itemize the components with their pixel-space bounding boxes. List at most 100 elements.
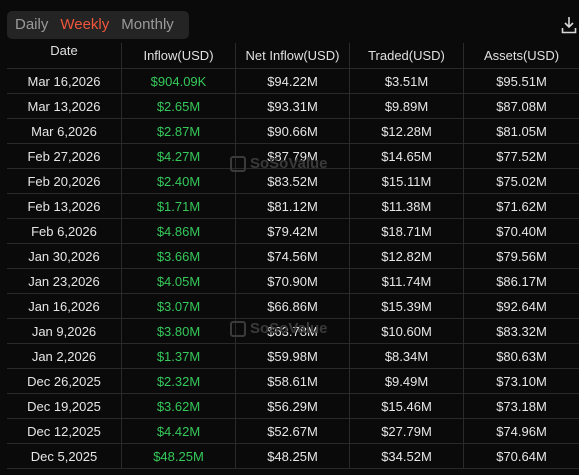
net-inflow-cell: $93.31M — [235, 94, 349, 118]
inflow-cell: $4.27M — [121, 144, 235, 168]
traded-cell: $9.49M — [349, 369, 463, 393]
date-cell: Jan 2,2026 — [31, 348, 97, 364]
table-row: Mar 6,2026 $2.87M $90.66M $12.28M $81.05M — [7, 119, 579, 144]
net-inflow-cell: $59.98M — [235, 344, 349, 368]
inflow-cell: $1.37M — [121, 344, 235, 368]
net-inflow-cell: $66.86M — [235, 294, 349, 318]
table-row: Feb 6,2026 $4.86M $79.42M $18.71M $70.40M — [7, 219, 579, 244]
assets-cell: $75.02M — [463, 169, 579, 193]
net-inflow-cell: $79.42M — [235, 219, 349, 243]
assets-cell: $71.62M — [463, 194, 579, 218]
date-cell: Dec 19,2025 — [27, 398, 101, 414]
date-cell: Feb 13,2026 — [27, 198, 101, 214]
table-row: Jan 30,2026 $3.66M $74.56M $12.82M $79.56M — [7, 244, 579, 269]
tab-daily[interactable]: Daily — [9, 11, 54, 39]
inflow-cell: $4.42M — [121, 419, 235, 443]
net-inflow-cell: $81.12M — [235, 194, 349, 218]
net-inflow-cell: $48.25M — [235, 444, 349, 468]
date-cell: Dec 5,2025 — [30, 448, 98, 464]
inflow-cell: $1.71M — [121, 194, 235, 218]
traded-cell: $11.38M — [349, 194, 463, 218]
net-inflow-cell: $56.29M — [235, 394, 349, 418]
table-row: Feb 13,2026 $1.71M $81.12M $11.38M $71.62M — [7, 194, 579, 219]
table-row: Dec 26,2025 $2.32M $58.61M $9.49M $73.10M — [7, 369, 579, 394]
table-row: Mar 13,2026 $2.65M $93.31M $9.89M $87.08M — [7, 94, 579, 119]
tab-monthly[interactable]: Monthly — [115, 11, 180, 39]
date-cell: Dec 26,2025 — [27, 373, 101, 389]
table-row: Dec 12,2025 $4.42M $52.67M $27.79M $74.96M — [7, 419, 579, 444]
inflow-cell: $3.07M — [121, 294, 235, 318]
date-cell: Feb 20,2026 — [27, 173, 101, 189]
inflow-cell: $3.62M — [121, 394, 235, 418]
inflow-cell: $2.40M — [121, 169, 235, 193]
date-cell: Dec 12,2025 — [27, 423, 101, 439]
date-cell: Jan 23,2026 — [28, 273, 100, 289]
header-traded[interactable]: Traded(USD) — [349, 43, 463, 68]
assets-cell: $81.05M — [463, 119, 579, 143]
assets-cell: $87.08M — [463, 94, 579, 118]
traded-cell: $12.82M — [349, 244, 463, 268]
assets-cell: $80.63M — [463, 344, 579, 368]
assets-cell: $86.17M — [463, 269, 579, 293]
table-row: Feb 20,2026 $2.40M $83.52M $15.11M $75.02M — [7, 169, 579, 194]
net-inflow-cell: $58.61M — [235, 369, 349, 393]
download-icon[interactable] — [561, 16, 577, 34]
table-row: Dec 5,2025 $48.25M $48.25M $34.52M $70.64M — [7, 444, 579, 469]
inflow-cell: $2.87M — [121, 119, 235, 143]
assets-cell: $79.56M — [463, 244, 579, 268]
assets-cell: $70.64M — [463, 444, 579, 468]
table-header: Date Inflow(USD) Net Inflow(USD) Traded(… — [7, 43, 579, 69]
traded-cell: $27.79M — [349, 419, 463, 443]
net-inflow-cell: $83.52M — [235, 169, 349, 193]
net-inflow-cell: $74.56M — [235, 244, 349, 268]
assets-cell: $92.64M — [463, 294, 579, 318]
traded-cell: $3.51M — [349, 69, 463, 93]
header-date[interactable]: Date — [7, 43, 121, 68]
date-cell: Mar 13,2026 — [27, 98, 101, 114]
date-cell: Jan 30,2026 — [28, 248, 100, 264]
inflow-cell: $3.80M — [121, 319, 235, 343]
traded-cell: $9.89M — [349, 94, 463, 118]
traded-cell: $15.39M — [349, 294, 463, 318]
header-inflow[interactable]: Inflow(USD) — [121, 43, 235, 68]
inflow-cell: $904.09K — [121, 69, 235, 93]
table-row: Jan 2,2026 $1.37M $59.98M $8.34M $80.63M — [7, 344, 579, 369]
net-inflow-cell: $90.66M — [235, 119, 349, 143]
date-cell: Mar 16,2026 — [27, 73, 101, 89]
traded-cell: $18.71M — [349, 219, 463, 243]
assets-cell: $83.32M — [463, 319, 579, 343]
date-cell: Feb 27,2026 — [27, 148, 101, 164]
date-cell: Mar 6,2026 — [31, 123, 97, 139]
tab-weekly[interactable]: Weekly — [54, 11, 115, 39]
traded-cell: $15.46M — [349, 394, 463, 418]
inflow-cell: $2.65M — [121, 94, 235, 118]
assets-cell: $74.96M — [463, 419, 579, 443]
header-assets[interactable]: Assets(USD) — [463, 43, 579, 68]
inflow-cell: $3.66M — [121, 244, 235, 268]
traded-cell: $11.74M — [349, 269, 463, 293]
assets-cell: $70.40M — [463, 219, 579, 243]
net-inflow-cell: $52.67M — [235, 419, 349, 443]
traded-cell: $14.65M — [349, 144, 463, 168]
date-cell: Jan 9,2026 — [31, 323, 97, 339]
net-inflow-cell: $70.90M — [235, 269, 349, 293]
net-inflow-cell: $63.78M — [235, 319, 349, 343]
inflow-cell: $48.25M — [121, 444, 235, 468]
inflow-cell: $4.05M — [121, 269, 235, 293]
inflow-cell: $2.32M — [121, 369, 235, 393]
assets-cell: $73.10M — [463, 369, 579, 393]
table-row: Jan 23,2026 $4.05M $70.90M $11.74M $86.17M — [7, 269, 579, 294]
traded-cell: $8.34M — [349, 344, 463, 368]
inflow-cell: $4.86M — [121, 219, 235, 243]
assets-cell: $77.52M — [463, 144, 579, 168]
table-row: Mar 16,2026 $904.09K $94.22M $3.51M $95.51M — [7, 69, 579, 94]
table-row: Dec 19,2025 $3.62M $56.29M $15.46M $73.18M — [7, 394, 579, 419]
date-cell: Jan 16,2026 — [28, 298, 100, 314]
traded-cell: $15.11M — [349, 169, 463, 193]
date-cell: Feb 6,2026 — [31, 223, 97, 239]
header-net-inflow[interactable]: Net Inflow(USD) — [235, 43, 349, 68]
etf-flow-table: Date Inflow(USD) Net Inflow(USD) Traded(… — [7, 43, 579, 469]
traded-cell: $10.60M — [349, 319, 463, 343]
net-inflow-cell: $94.22M — [235, 69, 349, 93]
table-body: Mar 16,2026 $904.09K $94.22M $3.51M $95.51M M… — [7, 69, 579, 469]
